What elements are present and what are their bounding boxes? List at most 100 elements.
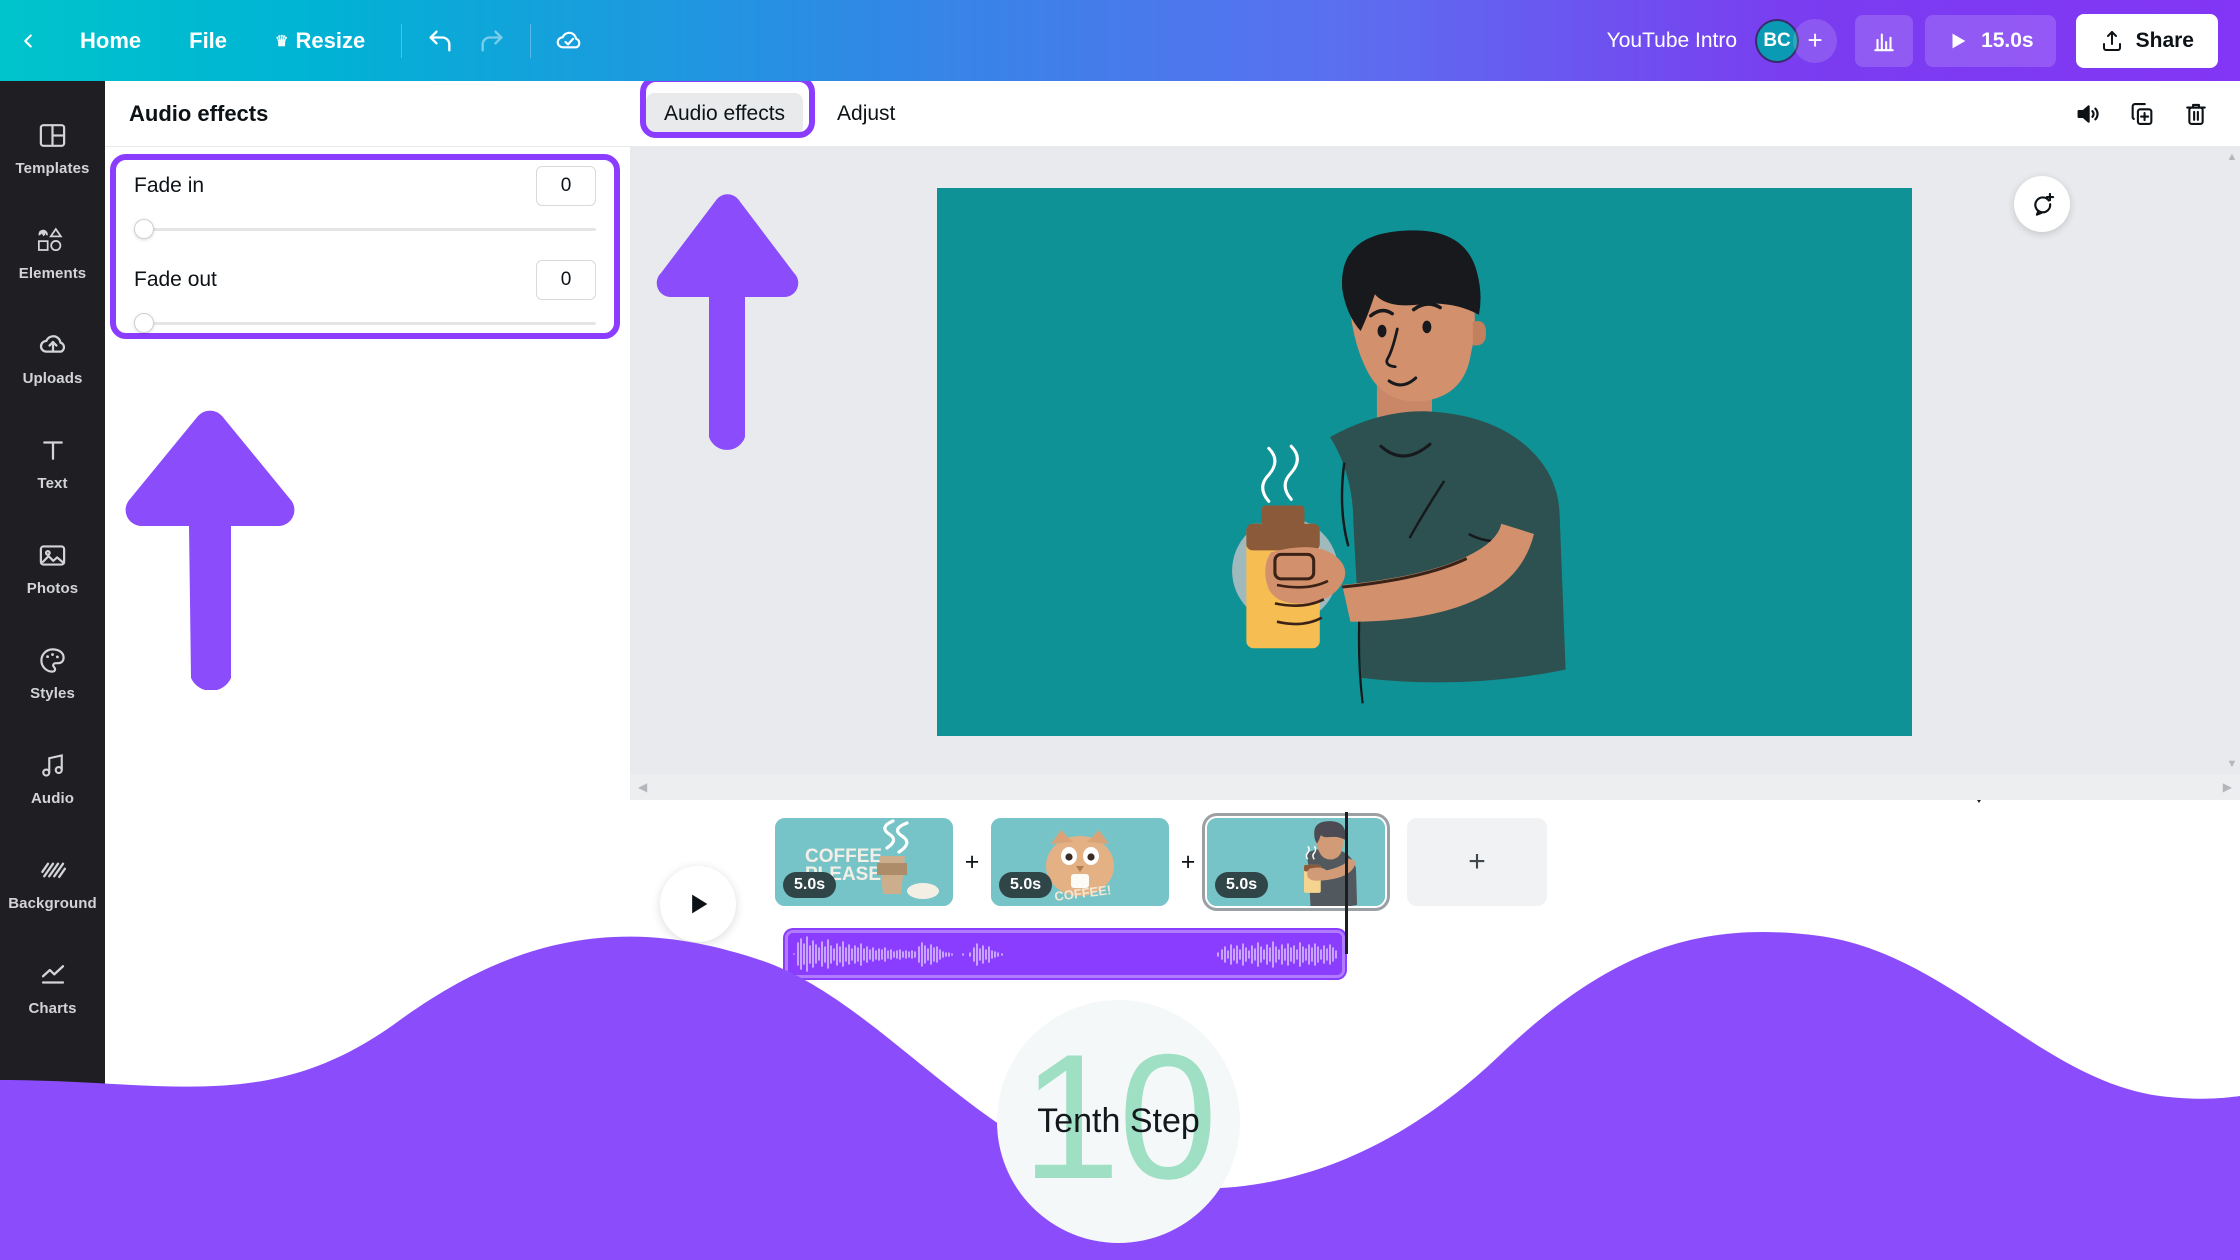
toolbar-divider-1 (401, 23, 403, 58)
sidebar-item-text[interactable]: Text (0, 410, 105, 515)
fade-out-value[interactable]: 0 (536, 260, 596, 300)
home-menu[interactable]: Home (56, 0, 165, 81)
clip-1-duration: 5.0s (783, 872, 837, 898)
background-hatch-icon (38, 853, 68, 887)
undo-button[interactable] (414, 15, 466, 67)
delete-button[interactable] (2182, 100, 2210, 128)
caret-left-icon[interactable]: ◀ (630, 780, 655, 794)
sidebar-label-background: Background (8, 895, 97, 912)
trash-icon (2186, 103, 2206, 125)
preview-play-button[interactable]: 15.0s (1925, 14, 2056, 67)
panel-header: Audio effects (105, 81, 630, 147)
fade-out-slider-track (142, 322, 596, 325)
timeline-clip-1[interactable]: COFFEE PLEASE 5.0s (775, 818, 953, 906)
add-clip-button-2[interactable]: + (1173, 847, 1203, 877)
fade-out-slider-knob[interactable] (134, 313, 154, 333)
redo-icon (481, 30, 503, 51)
sidebar-item-uploads[interactable]: Uploads (0, 305, 105, 410)
fade-out-label: Fade out (134, 268, 217, 291)
fade-in-row: Fade in 0 (116, 160, 614, 212)
caret-right-icon[interactable]: ▶ (2215, 780, 2240, 794)
resize-label: Resize (295, 27, 366, 53)
timeline-clip-2[interactable]: COFFEE! 5.0s (991, 818, 1169, 906)
volume-icon (2077, 104, 2099, 123)
sidebar-item-charts[interactable]: Charts (0, 935, 105, 1040)
artboard[interactable] (937, 188, 1912, 736)
sidebar-label-elements: Elements (18, 265, 87, 282)
insights-button[interactable] (1855, 14, 1914, 67)
caret-down-icon[interactable]: ▼ (2227, 758, 2238, 770)
audio-waveform (788, 933, 1342, 975)
insert-gap-2: + (1169, 847, 1207, 877)
sidebar-label-photos: Photos (26, 580, 79, 597)
clip-2-duration: 5.0s (999, 872, 1053, 898)
tab-adjust[interactable]: Adjust (819, 93, 913, 135)
file-label: File (189, 27, 228, 53)
share-button[interactable]: Share (2075, 13, 2218, 68)
sidebar-label-charts: Charts (28, 1000, 77, 1017)
add-collaborator-button[interactable]: + (1793, 18, 1838, 63)
tab-audio-effects[interactable]: Audio effects (646, 92, 804, 135)
photos-icon (37, 538, 68, 572)
timeline-clip-list: COFFEE PLEASE 5.0s + COFFEE! 5.0s + 5.0s… (775, 813, 1547, 911)
audio-note-icon (38, 748, 68, 782)
share-label: Share (2135, 28, 2194, 52)
file-menu[interactable]: File (165, 0, 251, 81)
panel-title: Audio effects (129, 100, 269, 126)
elements-icon (36, 223, 69, 257)
back-button[interactable] (0, 30, 56, 52)
sidebar-label-templates: Templates (15, 160, 90, 177)
document-title[interactable]: YouTube Intro (1607, 29, 1737, 53)
sidebar-item-background[interactable]: Background (0, 830, 105, 935)
fade-in-value[interactable]: 0 (536, 166, 596, 206)
sidebar-item-elements[interactable]: Elements (0, 200, 105, 305)
add-clip-button-1[interactable]: + (957, 847, 987, 877)
add-comment-button[interactable] (2014, 176, 2070, 232)
play-icon (692, 894, 708, 914)
play-icon (1952, 33, 1966, 48)
uploads-cloud-icon (37, 328, 69, 362)
fade-in-slider[interactable] (134, 216, 596, 242)
sidebar-item-audio[interactable]: Audio (0, 725, 105, 830)
add-page-button[interactable]: + (1407, 818, 1547, 906)
sidebar-item-photos[interactable]: Photos (0, 515, 105, 620)
volume-button[interactable] (2074, 100, 2102, 128)
sidebar-item-templates[interactable]: Templates (0, 95, 105, 200)
cloud-save-status[interactable] (543, 15, 595, 67)
canvas-stage: ▲ ▼ (630, 147, 2240, 774)
duplicate-button[interactable] (2128, 100, 2156, 128)
step-label: Tenth Step (1037, 1102, 1200, 1140)
fade-in-slider-knob[interactable] (134, 219, 154, 239)
home-label: Home (80, 27, 142, 53)
caret-up-icon[interactable]: ▲ (2227, 151, 2238, 163)
styles-palette-icon (37, 643, 68, 677)
sidebar-label-audio: Audio (31, 790, 74, 807)
audio-clip[interactable] (785, 930, 1345, 978)
artboard-illustration (937, 188, 1912, 736)
timeline-play-button[interactable] (660, 866, 736, 942)
timeline-playhead[interactable] (1345, 812, 1348, 954)
sidebar-item-styles[interactable]: Styles (0, 620, 105, 725)
fade-controls-group: Fade in 0 Fade out 0 (110, 154, 620, 339)
resize-menu[interactable]: ♛ Resize (251, 0, 389, 81)
duplicate-icon (2131, 102, 2153, 125)
duration-label: 15.0s (1981, 28, 2034, 52)
fade-out-slider[interactable] (134, 310, 596, 336)
sidebar-label-styles: Styles (30, 685, 75, 702)
timeline-clip-3[interactable]: 5.0s (1202, 813, 1390, 911)
cloud-check-icon (556, 31, 581, 48)
fade-in-slider-track (142, 228, 596, 231)
bar-chart-icon (1874, 32, 1894, 51)
top-bar: Home File ♛ Resize YouTube Intro BC + 15… (0, 0, 2240, 81)
chevron-left-icon (24, 33, 32, 48)
redo-button[interactable] (466, 15, 518, 67)
text-icon (38, 433, 68, 467)
fade-out-row: Fade out 0 (116, 254, 614, 306)
canvas-vertical-scrollbar[interactable]: ▲ ▼ (2224, 147, 2240, 774)
step-badge: 10 Tenth Step (997, 1000, 1240, 1243)
clip-3-duration: 5.0s (1215, 872, 1269, 898)
left-rail: Templates Elements Uploads Text Photos S… (0, 81, 105, 1260)
sidebar-label-text: Text (37, 475, 68, 492)
fade-in-label: Fade in (134, 174, 205, 197)
timeline-horizontal-scrollbar[interactable]: ◀ ▶ (630, 774, 2240, 800)
